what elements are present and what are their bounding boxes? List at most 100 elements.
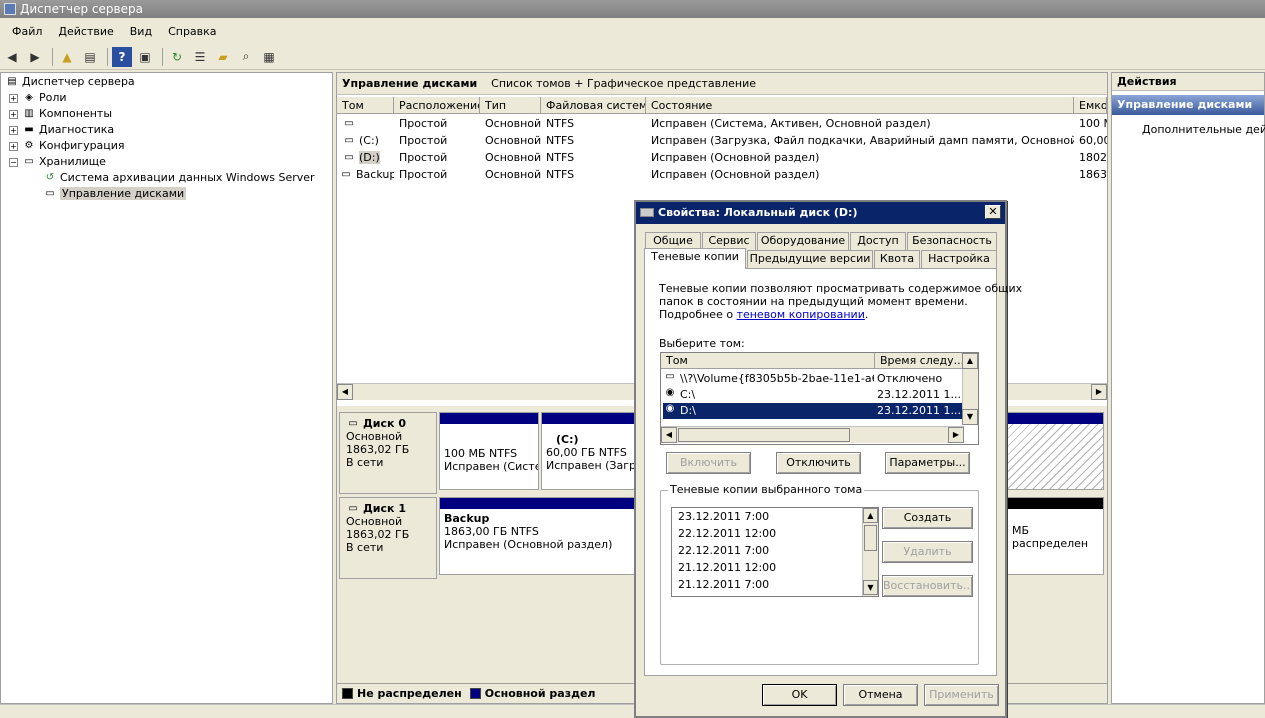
actions-title: Действия xyxy=(1112,73,1264,91)
cancel-button[interactable]: Отмена xyxy=(843,684,918,706)
tab-quota[interactable]: Квота xyxy=(874,250,920,268)
shadow-copy-help-link[interactable]: теневом копировании xyxy=(737,308,865,321)
copies-vscroll[interactable]: ▲ ▼ xyxy=(862,508,878,596)
volume-row[interactable]: ▭ (D:) Простой Основной NTFS Исправен (Ос… xyxy=(337,149,1107,166)
expand-icon[interactable]: + xyxy=(9,109,18,119)
refresh-icon[interactable]: ↻ xyxy=(167,47,187,67)
back-arrow-icon[interactable]: ◀ xyxy=(2,47,22,67)
apply-button[interactable]: Применить xyxy=(924,684,999,706)
actions-more[interactable]: Дополнительные дейст xyxy=(1142,123,1265,137)
shadow-copies-list[interactable]: 23.12.2011 7:00 22.12.2011 12:00 22.12.2… xyxy=(671,507,879,597)
menu-file[interactable]: Файл xyxy=(4,25,50,38)
col-vol[interactable]: Том xyxy=(661,353,875,369)
help-icon[interactable]: ? xyxy=(112,46,132,67)
scroll-thumb[interactable] xyxy=(678,428,850,442)
tree-root[interactable]: ▤ Диспетчер сервера xyxy=(5,74,134,90)
tree-item-storage[interactable]: − ▭ Хранилище xyxy=(9,154,106,170)
tab-security[interactable]: Безопасность xyxy=(907,232,997,250)
disk-0-partition-c[interactable]: (C:) 60,00 ГБ NTFS Исправен (Загруз xyxy=(541,412,637,490)
scroll-right-icon[interactable]: ▶ xyxy=(948,427,964,443)
enable-button[interactable]: Включить xyxy=(666,452,751,474)
tab-shadow-copies[interactable]: Теневые копии xyxy=(644,248,746,269)
scroll-down-icon[interactable]: ▼ xyxy=(863,580,878,595)
tab-hardware[interactable]: Оборудование xyxy=(757,232,849,250)
menu-help[interactable]: Справка xyxy=(160,25,224,38)
scroll-up-icon[interactable]: ▲ xyxy=(962,353,978,369)
drive-icon: ▭ xyxy=(665,371,675,382)
properties-icon[interactable]: ☰ xyxy=(190,47,210,67)
volume-item[interactable]: ◉ C:\ 23.12.2011 1... xyxy=(663,387,962,403)
disk-1-partition-backup[interactable]: Backup 1863,00 ГБ NTFS Исправен (Основно… xyxy=(439,497,639,575)
col-capacity[interactable]: Емкос xyxy=(1074,97,1107,113)
disk-settings-icon[interactable]: ▦ xyxy=(259,47,279,67)
properties-dialog: Свойства: Локальный диск (D:) ✕ Общие Се… xyxy=(634,200,1022,718)
status-bar xyxy=(0,704,1265,718)
server-icon: ▤ xyxy=(7,76,17,87)
expand-icon[interactable]: + xyxy=(9,93,18,103)
close-icon[interactable]: ✕ xyxy=(985,205,1001,219)
copy-item[interactable]: 22.12.2011 12:00 xyxy=(678,526,776,542)
volume-item-selected[interactable]: ◉ D:\ 23.12.2011 1... xyxy=(663,403,962,419)
create-button[interactable]: Создать xyxy=(882,507,973,529)
expand-icon[interactable]: + xyxy=(9,141,18,151)
tree-item-backup[interactable]: ↺ Система архивации данных Windows Server xyxy=(43,170,315,186)
volume-row[interactable]: ▭ Простой Основной NTFS Исправен (Систем… xyxy=(337,115,1107,132)
expand-icon[interactable]: + xyxy=(9,125,18,135)
col-next-time[interactable]: Время следу... xyxy=(875,353,963,369)
copy-item[interactable]: 22.12.2011 7:00 xyxy=(678,543,769,559)
ok-button[interactable]: OK xyxy=(762,684,837,706)
scroll-up-icon[interactable]: ▲ xyxy=(863,508,878,523)
volume-list-hscroll[interactable]: ◀ ▶ xyxy=(661,426,964,443)
disk-1-label[interactable]: ▭ Диск 1 Основной 1863,02 ГБ В сети xyxy=(339,497,437,579)
scroll-down-icon[interactable]: ▼ xyxy=(962,409,978,425)
disk-0-label[interactable]: ▭ Диск 0 Основной 1863,02 ГБ В сети xyxy=(339,412,437,494)
tree-item-components[interactable]: + ▥ Компоненты xyxy=(9,106,112,122)
open-folder-icon[interactable]: ▰ xyxy=(213,47,233,67)
tree-item-configuration[interactable]: + ⚙ Конфигурация xyxy=(9,138,125,154)
scroll-left-icon[interactable]: ◀ xyxy=(337,384,353,400)
volume-row[interactable]: ▭ (C:) Простой Основной NTFS Исправен (За… xyxy=(337,132,1107,149)
search-icon[interactable]: ⌕ xyxy=(236,47,256,67)
tree-item-diagnostics[interactable]: + ▬ Диагностика xyxy=(9,122,114,138)
scroll-right-icon[interactable]: ▶ xyxy=(1091,384,1107,400)
tab-sharing[interactable]: Доступ xyxy=(850,232,906,250)
menu-bar: Файл Действие Вид Справка xyxy=(0,18,1265,44)
col-state[interactable]: Состояние xyxy=(646,97,1074,113)
disk-0-partition-d[interactable] xyxy=(1007,412,1104,490)
volume-item[interactable]: ▭ \\?\Volume{f8305b5b-2bae-11e1-a61... О… xyxy=(663,371,962,387)
col-volume[interactable]: Том xyxy=(337,97,394,113)
up-folder-icon[interactable]: ▲ xyxy=(57,47,77,67)
col-type[interactable]: Тип xyxy=(480,97,541,113)
clock-drive-icon: ◉ xyxy=(665,403,675,414)
copy-item[interactable]: 21.12.2011 12:00 xyxy=(678,560,776,576)
scroll-left-icon[interactable]: ◀ xyxy=(661,427,677,443)
menu-action[interactable]: Действие xyxy=(50,25,121,38)
col-location[interactable]: Расположение xyxy=(394,97,480,113)
settings-button[interactable]: Параметры... xyxy=(885,452,970,474)
copy-item[interactable]: 21.12.2011 7:00 xyxy=(678,577,769,593)
tab-previous-versions[interactable]: Предыдущие версии xyxy=(747,250,873,268)
volume-listview[interactable]: Том Время следу... ▲ ▭ \\?\Volume{f8305b… xyxy=(660,352,979,445)
restore-button[interactable]: Восстановить... xyxy=(882,575,973,597)
menu-view[interactable]: Вид xyxy=(122,25,160,38)
actions-disk-management[interactable]: Управление дисками xyxy=(1112,95,1264,115)
col-filesystem[interactable]: Файловая система xyxy=(541,97,646,113)
scroll-thumb[interactable] xyxy=(864,525,877,551)
show-hide-tree-icon[interactable]: ▤ xyxy=(80,47,100,67)
disk-0-partition-system[interactable]: 100 МБ NTFS Исправен (Систе xyxy=(439,412,539,490)
forward-arrow-icon[interactable]: ▶ xyxy=(25,47,45,67)
volume-row[interactable]: ▭ Backup Простой Основной NTFS Исправен (… xyxy=(337,166,1107,183)
description: Теневые копии позволяют просматривать со… xyxy=(659,282,1023,321)
tab-customize[interactable]: Настройка xyxy=(921,250,997,268)
toolbar: ◀ ▶ ▲ ▤ ? ▣ ↻ ☰ ▰ ⌕ ▦ xyxy=(0,44,1265,70)
shadow-copies-group: Теневые копии выбранного тома 23.12.2011… xyxy=(660,483,979,665)
disable-button[interactable]: Отключить xyxy=(776,452,861,474)
collapse-icon[interactable]: − xyxy=(9,157,18,167)
disk-1-unallocated[interactable]: МБ распределен xyxy=(1007,497,1104,575)
console-icon[interactable]: ▣ xyxy=(135,47,155,67)
tree-item-disk-management[interactable]: ▭ Управление дисками xyxy=(43,186,187,202)
shadow-copies-panel: Теневые копии позволяют просматривать со… xyxy=(644,268,1022,676)
tree-item-roles[interactable]: + ◈ Роли xyxy=(9,90,67,106)
copy-item[interactable]: 23.12.2011 7:00 xyxy=(678,509,769,525)
delete-button[interactable]: Удалить xyxy=(882,541,973,563)
